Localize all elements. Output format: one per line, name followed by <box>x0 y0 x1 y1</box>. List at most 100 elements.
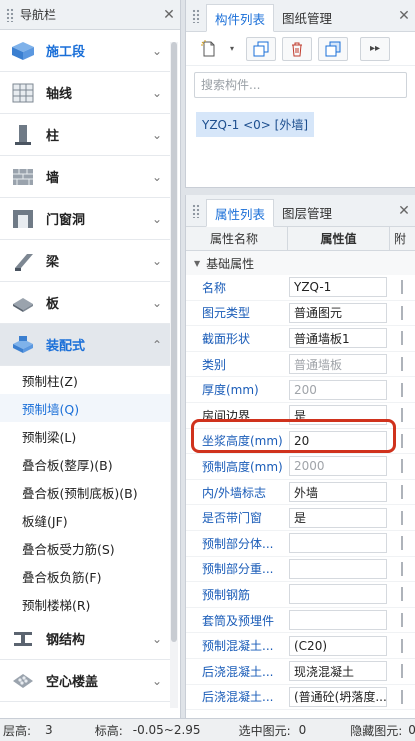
property-name[interactable]: 预制钢筋 <box>186 586 288 603</box>
property-row[interactable]: 厚度(mm) 200 <box>186 377 415 403</box>
property-value-field[interactable] <box>289 533 387 554</box>
property-group-basic[interactable]: ▼ 基础属性 <box>186 251 415 275</box>
nav-category-construction-stage[interactable]: 施工段 ⌄ <box>0 30 170 72</box>
nav-category-column[interactable]: 柱 ⌄ <box>0 114 170 156</box>
chevron-down-icon[interactable]: ⌄ <box>144 128 170 142</box>
property-name[interactable]: 图元类型 <box>186 304 288 321</box>
property-row[interactable]: 预制混凝土... (C20) <box>186 633 415 659</box>
layer-copy-icon <box>325 41 341 56</box>
close-icon[interactable]: ✕ <box>393 8 415 24</box>
property-row[interactable]: 预制部分重... <box>186 557 415 583</box>
nav-category-prefab[interactable]: 装配式 ⌃ <box>0 324 170 366</box>
collapse-triangle-icon[interactable]: ▼ <box>194 259 200 268</box>
property-name[interactable]: 厚度(mm) <box>186 381 288 398</box>
nav-category-beam[interactable]: 梁 ⌄ <box>0 240 170 282</box>
sub-item-prefab-column[interactable]: 预制柱(Z) <box>0 366 170 394</box>
property-row[interactable]: 预制钢筋 <box>186 582 415 608</box>
property-value-field[interactable]: 现浇混凝土 <box>289 661 387 682</box>
chevron-down-icon[interactable]: ⌄ <box>144 632 170 646</box>
close-icon[interactable]: ✕ <box>393 203 415 219</box>
property-name[interactable]: 内/外墙标志 <box>186 484 288 501</box>
property-name[interactable]: 预制部分体... <box>186 535 288 552</box>
property-name[interactable]: 名称 <box>186 279 288 296</box>
nav-category-wall[interactable]: 墙 ⌄ <box>0 156 170 198</box>
nav-category-steel[interactable]: 钢结构 ⌄ <box>0 618 170 660</box>
chevron-down-icon[interactable]: ⌄ <box>144 44 170 58</box>
nav-category-axis[interactable]: 轴线 ⌄ <box>0 72 170 114</box>
nav-category-label: 空心楼盖 <box>46 675 99 690</box>
sub-item-slab-negative-rebar[interactable]: 叠合板负筋(F) <box>0 562 170 590</box>
property-row[interactable]: 图元类型 普通图元 <box>186 301 415 327</box>
sub-item-composite-slab-precast[interactable]: 叠合板(预制底板)(B) <box>0 478 170 506</box>
chevron-down-icon[interactable]: ⌄ <box>144 254 170 268</box>
property-name[interactable]: 后浇混凝土... <box>186 688 288 705</box>
property-row[interactable]: 套筒及预埋件 <box>186 608 415 634</box>
property-row[interactable]: 预制部分体... <box>186 531 415 557</box>
nav-scrollbar[interactable] <box>170 42 178 708</box>
chevron-down-icon[interactable]: ⌄ <box>144 296 170 310</box>
property-name[interactable]: 预制高度(mm) <box>186 458 288 475</box>
property-value-field[interactable] <box>289 584 387 605</box>
property-row[interactable]: 预制高度(mm) 2000 <box>186 454 415 480</box>
property-value-field[interactable]: (普通砼(坍落度... <box>289 686 387 707</box>
sub-item-composite-slab-full[interactable]: 叠合板(整厚)(B) <box>0 450 170 478</box>
property-value-field[interactable]: 普通墙板1 <box>289 328 387 349</box>
attach-column-marker <box>401 561 403 576</box>
new-component-button[interactable] <box>194 37 224 61</box>
property-value-field[interactable]: 是 <box>289 507 387 528</box>
chevron-down-icon[interactable]: ⌄ <box>144 86 170 100</box>
delete-component-button[interactable] <box>282 36 312 61</box>
sub-item-slab-joint[interactable]: 板缝(JF) <box>0 506 170 534</box>
tab-drawing-management[interactable]: 图纸管理 <box>274 3 340 31</box>
property-row[interactable]: 截面形状 普通墙板1 <box>186 326 415 352</box>
property-value-field[interactable] <box>289 610 387 631</box>
property-row[interactable]: 内/外墙标志 外墙 <box>186 480 415 506</box>
property-row[interactable]: 是否带门窗是 <box>186 505 415 531</box>
drag-grip-icon[interactable] <box>192 203 200 218</box>
copy-component-button[interactable] <box>246 36 276 61</box>
nav-scrollbar-thumb[interactable] <box>171 42 177 642</box>
property-row[interactable]: 后浇混凝土... (普通砼(坍落度... <box>186 685 415 711</box>
property-value-field[interactable] <box>289 558 387 579</box>
close-icon[interactable]: ✕ <box>158 7 180 23</box>
property-row[interactable]: 后浇混凝土... 现浇混凝土 <box>186 659 415 685</box>
chevron-down-icon[interactable]: ⌄ <box>144 674 170 688</box>
drag-grip-icon[interactable] <box>192 8 200 23</box>
property-name[interactable]: 预制部分重... <box>186 560 288 577</box>
sub-item-prefab-wall[interactable]: 预制墙(Q) <box>0 394 170 422</box>
construction-stage-icon <box>0 40 46 62</box>
layer-copy-button[interactable] <box>318 36 348 61</box>
property-name[interactable]: 类别 <box>186 356 288 373</box>
property-name[interactable]: 是否带门窗 <box>186 509 288 526</box>
nav-category-slab[interactable]: 板 ⌄ <box>0 282 170 324</box>
chevron-up-icon[interactable]: ⌃ <box>144 338 170 352</box>
property-name[interactable]: 后浇混凝土... <box>186 663 288 680</box>
property-row[interactable]: 名称 YZQ-1 <box>186 275 415 301</box>
search-input[interactable] <box>201 78 400 92</box>
nav-category-hollow-floor[interactable]: 空心楼盖 ⌄ <box>0 660 170 702</box>
more-tools-button[interactable]: ▸▸ <box>360 36 390 61</box>
property-name[interactable]: 套筒及预埋件 <box>186 612 288 629</box>
property-value-field[interactable]: 普通图元 <box>289 302 387 323</box>
property-row[interactable]: 类别 普通墙板 <box>186 352 415 378</box>
component-search[interactable] <box>194 72 407 98</box>
drag-grip-icon[interactable] <box>6 7 14 22</box>
sub-item-slab-main-rebar[interactable]: 叠合板受力筋(S) <box>0 534 170 562</box>
tab-layer-management[interactable]: 图层管理 <box>274 198 340 226</box>
nav-category-door-window[interactable]: 门窗洞 ⌄ <box>0 198 170 240</box>
property-value-field[interactable]: 外墙 <box>289 482 387 503</box>
chevron-down-icon[interactable]: ▾ <box>230 44 240 53</box>
property-value-field[interactable]: (C20) <box>289 635 387 656</box>
chevron-down-icon[interactable]: ⌄ <box>144 212 170 226</box>
tab-property-list[interactable]: 属性列表 <box>206 199 275 227</box>
chevron-down-icon[interactable]: ⌄ <box>144 170 170 184</box>
property-name[interactable]: 截面形状 <box>186 330 288 347</box>
sub-item-prefab-stair[interactable]: 预制楼梯(R) <box>0 590 170 618</box>
floor-height-value: 3 <box>45 723 53 737</box>
tab-component-list[interactable]: 构件列表 <box>206 4 275 32</box>
property-panel-tabs: 属性列表 图层管理 ✕ <box>186 195 415 227</box>
property-value-field[interactable]: YZQ-1 <box>289 277 387 298</box>
component-list-item[interactable]: YZQ-1 <0> [外墙] <box>196 112 315 137</box>
property-name[interactable]: 预制混凝土... <box>186 637 288 654</box>
sub-item-prefab-beam[interactable]: 预制梁(L) <box>0 422 170 450</box>
